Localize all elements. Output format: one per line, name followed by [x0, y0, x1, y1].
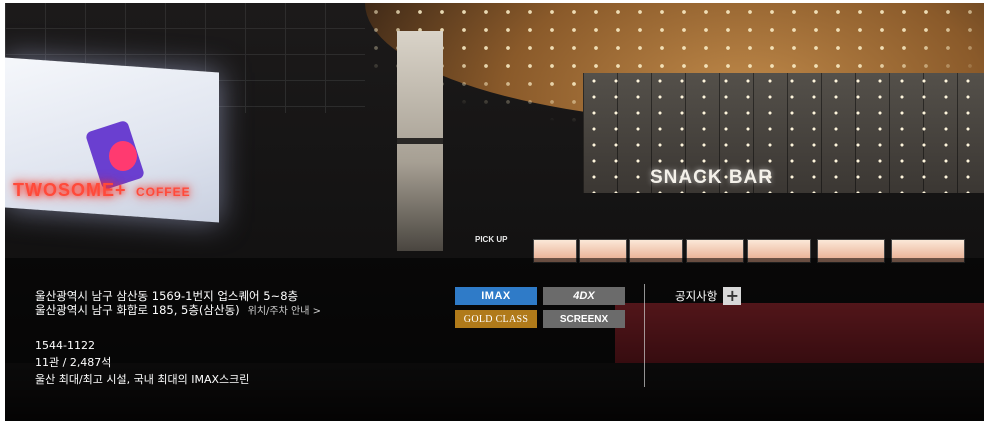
neon-plus: + — [115, 180, 127, 200]
notice-link[interactable]: 공지사항 + — [675, 287, 742, 305]
plus-icon[interactable]: + — [723, 287, 742, 305]
location-parking-link[interactable]: 위치/주차 안내 > — [248, 306, 321, 317]
phone-number: 1544-1122 — [35, 339, 95, 352]
column-band — [397, 138, 443, 144]
address-lot: 울산광역시 남구 삼산동 1569-1번지 업스퀘어 5~8층 — [35, 289, 299, 303]
screen-art-accent — [109, 141, 137, 171]
screenx-badge: SCREENX — [543, 310, 625, 328]
vertical-divider — [644, 284, 645, 387]
twosome-coffee-sign: TWOSOME+ COFFEE — [13, 180, 191, 201]
snack-bar-sign: SNACK BAR — [650, 167, 773, 188]
imax-badge: IMAX — [455, 287, 537, 305]
pickup-sign: PICK UP — [475, 235, 508, 244]
wall-lights — [583, 73, 984, 193]
theater-meta: 1544-1122 11관 / 2,487석 울산 최대/최고 시설, 국내 최… — [35, 337, 249, 388]
neon-coffee: COFFEE — [135, 185, 191, 199]
gold-class-badge: GOLD CLASS — [455, 310, 537, 328]
theater-address: 울산광역시 남구 삼산동 1569-1번지 업스퀘어 5~8층 울산광역시 남구… — [35, 289, 321, 319]
theater-description: 울산 최대/최고 시설, 국내 최대의 IMAX스크린 — [35, 373, 250, 386]
screen-seat-count: 11관 / 2,487석 — [35, 356, 112, 369]
notice-label: 공지사항 — [675, 289, 718, 303]
address-road: 울산광역시 남구 화합로 185, 5층(삼산동) — [35, 303, 240, 317]
4dx-badge: 4DX — [543, 287, 625, 305]
neon-brand: TWOSOME — [13, 180, 115, 200]
theater-hero: TWOSOME+ COFFEE SNACK BAR PICK UP 울산광역시 … — [5, 3, 984, 421]
